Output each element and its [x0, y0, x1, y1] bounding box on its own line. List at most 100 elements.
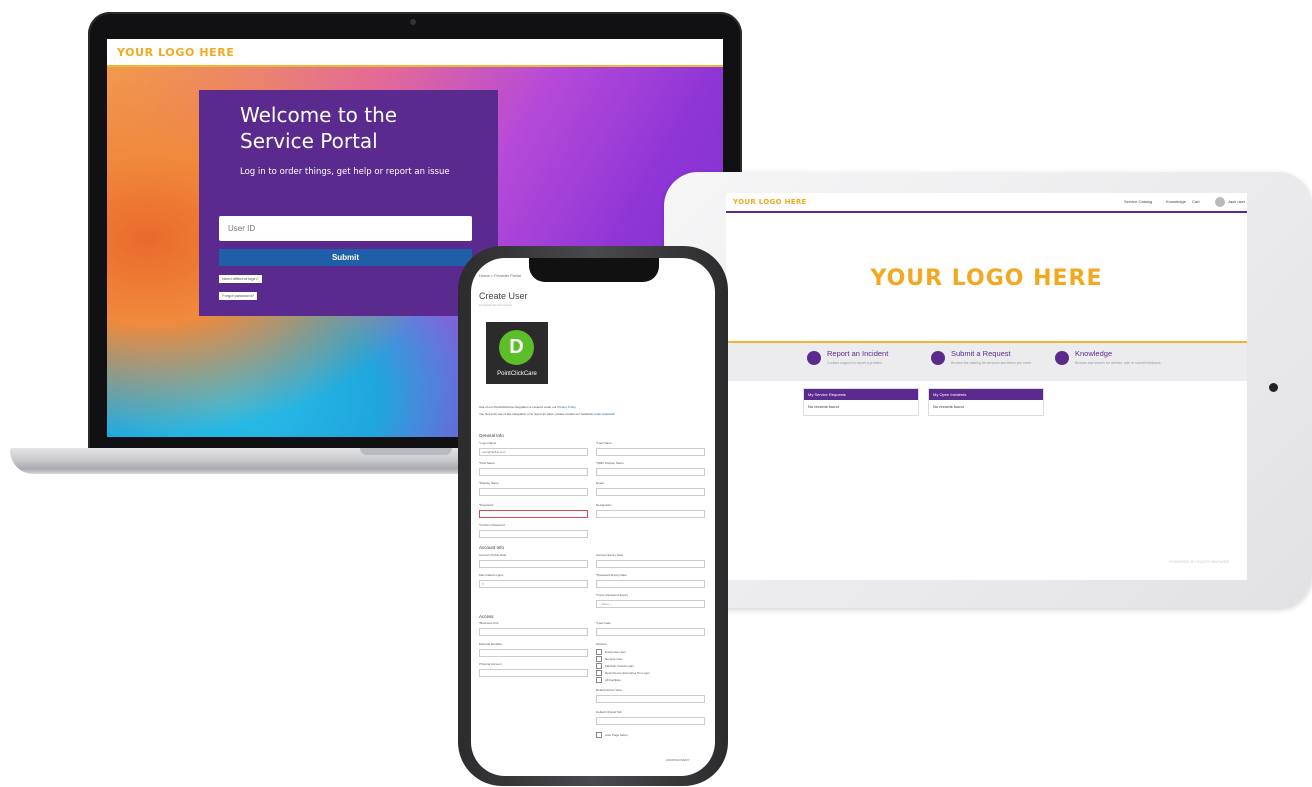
page-title: Create User [479, 291, 528, 301]
login-name-input[interactable] [479, 448, 588, 456]
pointclickcare-mark-icon: D [499, 330, 534, 365]
section-account-info: Account Info [479, 545, 505, 550]
helpdesk-link[interactable]: under Helpdesk [594, 412, 615, 416]
business-unit-input[interactable] [479, 628, 588, 636]
avatar[interactable] [1215, 197, 1225, 207]
card-description: Browse and search for articles, rate or … [1075, 361, 1161, 365]
last-name-input[interactable] [596, 448, 705, 456]
section-access: Access [479, 614, 494, 619]
powered-by-footer: POWERED BY EQUITYANSWER [1169, 559, 1230, 564]
password-field[interactable] [479, 510, 588, 518]
nav-knowledge[interactable]: Knowledge [1166, 199, 1186, 204]
section-general-info: General Info [479, 433, 504, 438]
card-title: Report an Incident [827, 349, 889, 358]
briefcase-icon [931, 351, 945, 365]
account-expiry-date-input[interactable] [596, 560, 705, 568]
label-business-unit: *Business Unit [479, 621, 499, 625]
label-force-password-expiry: *Force Password Expiry [596, 593, 629, 597]
max-failed-logins-input[interactable] [479, 580, 588, 588]
display-name-input[interactable] [479, 488, 588, 496]
login-card: Welcome to the Service Portal Log in to … [199, 90, 498, 316]
mmc-display-name-input[interactable] [596, 468, 705, 476]
physical-account-input[interactable] [479, 669, 588, 677]
login-subtitle: Log in to order things, get help or repo… [240, 167, 450, 177]
info-line-1: Use of our PointClickCare integration is… [479, 405, 704, 409]
tablet-portal-header: YOUR LOGO HERE Service Catalog Knowledge… [726, 193, 1247, 213]
logo-text: PointClickCare [497, 371, 537, 377]
default-clinical-tab-select[interactable] [596, 717, 705, 725]
option-checkbox[interactable]: Enterprise User [596, 649, 626, 655]
default-admin-view-select[interactable] [596, 695, 705, 703]
label-display-name: *Display Name [479, 481, 499, 485]
card-description: Browse the catalog for services and item… [951, 361, 1032, 365]
nav-service-catalog[interactable]: Service Catalog [1124, 199, 1152, 204]
label-password: *Password [479, 503, 494, 507]
label-default-admin-view: Default Admin View [596, 688, 622, 692]
portal-logo[interactable]: YOUR LOGO HERE [117, 46, 234, 59]
label-account-expiry-date: Account Expiry Date [596, 553, 624, 557]
nav-cart[interactable]: Cart [1192, 199, 1200, 204]
option-checkbox[interactable]: All Facilities [596, 677, 621, 683]
account-profile-date-input[interactable] [479, 560, 588, 568]
label-default-clinical-tab: Default Clinical Tab [596, 710, 622, 714]
forgot-password-link[interactable]: Forgot password? [219, 292, 258, 300]
option-checkbox[interactable]: Restricted to Enterprise Pin Login [596, 670, 650, 676]
designation-input[interactable] [596, 510, 705, 518]
widget-header: My Service Requests [804, 389, 918, 400]
label-login-name: *Login Name [479, 441, 497, 445]
my-service-requests-widget: My Service Requests No records found [803, 388, 919, 416]
user-id-input[interactable] [219, 216, 472, 241]
label-max-failed-logins: Max Failed Logins [479, 573, 504, 577]
breadcrumb[interactable]: Home > Provider Portal [479, 273, 521, 278]
force-password-expiry-select[interactable]: -- None -- [596, 600, 705, 608]
my-open-incidents-widget: My Open Incidents No records found [928, 388, 1044, 416]
confirm-password-field[interactable] [479, 530, 588, 538]
quick-actions-band: Report an Incident Contact support to re… [726, 341, 1247, 381]
external-identifier-input[interactable] [479, 649, 588, 657]
label-mmc-display-name: *MMC Display Name [596, 461, 624, 465]
phone-footer-brand: ASKDISCOVERY [666, 758, 690, 762]
label-email: Email [596, 481, 604, 485]
option-checkbox[interactable]: Remote User [596, 656, 623, 662]
auto-page-setup-checkbox[interactable]: Auto Page Setup [596, 732, 628, 738]
submit-button[interactable]: Submit [219, 249, 472, 266]
knowledge-card[interactable]: Knowledge Browse and search for articles… [1055, 349, 1175, 379]
tablet-camera-dot [1269, 383, 1278, 392]
info-text: Use of our PointClickCare integration is… [479, 405, 557, 409]
pointclickcare-logo: D PointClickCare [486, 322, 548, 384]
option-checkbox[interactable]: Maintain Virtual Login [596, 663, 634, 669]
label-options: Options [596, 642, 607, 646]
info-text: You find such use of this integration or… [479, 412, 593, 416]
widget-empty-text: No records found [933, 404, 964, 409]
tablet-header-logo[interactable]: YOUR LOGO HERE [733, 198, 807, 206]
device-mockup-stage: YOUR LOGO HERE Welcome to the Service Po… [0, 0, 1312, 787]
submit-request-card[interactable]: Submit a Request Browse the catalog for … [931, 349, 1051, 379]
first-name-input[interactable] [479, 468, 588, 476]
last-code-select[interactable] [596, 628, 705, 636]
card-title: Knowledge [1075, 349, 1113, 358]
widget-header: My Open Incidents [929, 389, 1043, 400]
card-description: Contact support to report a problem [827, 361, 883, 365]
tablet-screen: YOUR LOGO HERE Service Catalog Knowledge… [726, 193, 1247, 580]
label-last-code: *Last Code [596, 621, 611, 625]
phone-notch [529, 258, 659, 282]
laptop-portal-header: YOUR LOGO HERE [107, 39, 723, 67]
email-field[interactable] [596, 488, 705, 496]
need-help-login-link[interactable]: Need different login? [219, 275, 262, 283]
laptop-camera [410, 19, 416, 25]
phone-screen: Home > Provider Portal Create User Compl… [471, 258, 715, 776]
book-icon [1055, 351, 1069, 365]
hero-logo: YOUR LOGO HERE [870, 266, 1103, 291]
label-last-name: *Last Name [596, 441, 612, 445]
label-password-expiry-date: *Password Expiry Date [596, 573, 627, 577]
label-designation: Designation [596, 503, 612, 507]
privacy-policy-link[interactable]: Privacy Policy [557, 405, 576, 409]
password-expiry-date-input[interactable] [596, 580, 705, 588]
label-first-name: *First Name [479, 461, 495, 465]
label-confirm-password: *Confirm Password [479, 523, 505, 527]
label-external-identifier: External Identifier [479, 642, 503, 646]
report-incident-card[interactable]: Report an Incident Contact support to re… [807, 349, 927, 379]
nav-user-name[interactable]: Jack user [1228, 199, 1245, 204]
card-title: Submit a Request [951, 349, 1011, 358]
widget-empty-text: No records found [808, 404, 839, 409]
